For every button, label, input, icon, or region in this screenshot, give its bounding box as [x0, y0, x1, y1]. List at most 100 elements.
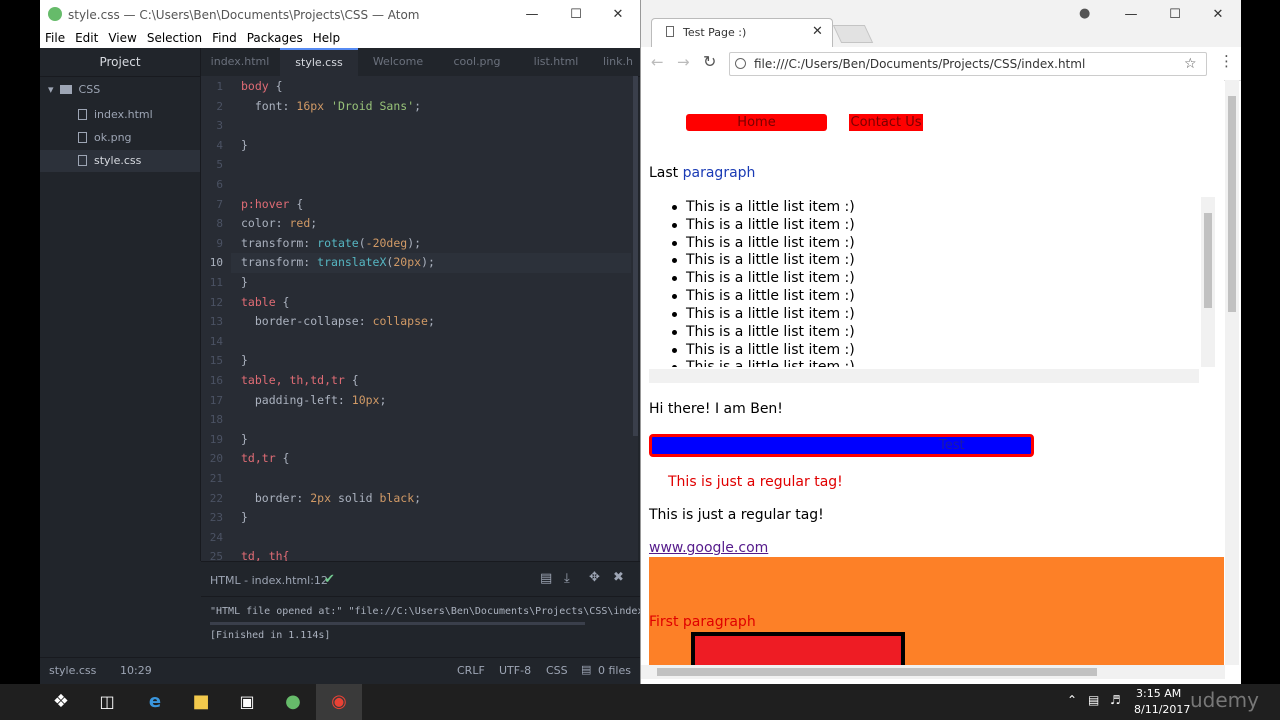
volume-icon[interactable]: ♬	[1110, 693, 1121, 707]
profile-icon[interactable]: ●	[1079, 6, 1090, 21]
tab-style-css[interactable]: style.css	[280, 48, 358, 77]
forward-icon[interactable]: →	[677, 53, 690, 71]
browser-tab[interactable]: Test Page :) ✕	[651, 18, 833, 48]
status-line-ending[interactable]: CRLF	[457, 664, 485, 677]
tree-file-index[interactable]: index.html	[40, 104, 200, 126]
line-number: 4	[216, 139, 223, 152]
test-button-label: Test	[939, 438, 965, 453]
code-line-25: td, th{	[241, 549, 290, 561]
code-token: body	[241, 79, 269, 93]
star-icon[interactable]: ☆	[1184, 53, 1197, 75]
bullet-icon	[672, 365, 677, 367]
atom-taskbar-icon[interactable]: ●	[270, 684, 316, 720]
clock-date[interactable]: 8/11/2017	[1134, 703, 1190, 716]
tab-close-icon[interactable]: ✕	[812, 24, 823, 39]
page-hscroll[interactable]	[641, 665, 1225, 679]
list-vscroll[interactable]	[1201, 197, 1215, 367]
tab-index-html[interactable]: index.html	[201, 48, 279, 76]
maximize-icon[interactable]: ☐	[1153, 0, 1197, 29]
chrome-toolbar: ← → ↻ file:///C:/Users/Ben/Documents/Pro…	[641, 47, 1241, 81]
status-cursor[interactable]: 10:29	[120, 664, 152, 677]
tree-file-okpng[interactable]: ok.png	[40, 127, 200, 149]
back-icon[interactable]: ←	[651, 53, 664, 71]
menu-find[interactable]: Find	[207, 29, 242, 48]
menu-dots-icon[interactable]: ⋮	[1219, 52, 1234, 70]
tree-header: Project	[40, 48, 200, 77]
page-vscroll-thumb[interactable]	[1228, 96, 1236, 312]
windows-start-icon[interactable]: ❖	[38, 684, 84, 720]
paragraph-link[interactable]: paragraph	[683, 165, 756, 181]
nav-contact-button[interactable]: Contact Us	[849, 114, 923, 131]
last-paragraph-text: Last	[649, 165, 679, 181]
tab-cool-png[interactable]: cool.png	[438, 48, 516, 76]
code-token: ;	[414, 491, 422, 505]
menu-selection[interactable]: Selection	[142, 29, 207, 48]
address-bar[interactable]: file:///C:/Users/Ben/Documents/Projects/…	[729, 52, 1207, 76]
menu-packages[interactable]: Packages	[242, 29, 308, 48]
tray-chevron-icon[interactable]: ⌃	[1067, 693, 1077, 707]
menu-help[interactable]: Help	[308, 29, 345, 48]
list-hscroll[interactable]	[649, 369, 1199, 383]
list-scroll-box[interactable]: This is a little list item :) This is a …	[641, 197, 1216, 385]
page-vscroll[interactable]	[1225, 80, 1239, 665]
code-line-7: p:hover {	[241, 197, 303, 211]
file-label: style.css	[94, 154, 142, 167]
minimize-icon[interactable]: —	[510, 0, 554, 29]
nav-home-button[interactable]: Home	[686, 114, 827, 131]
status-grammar[interactable]: CSS	[546, 664, 568, 677]
tree-folder-css[interactable]: ▾ CSS	[40, 79, 200, 101]
status-encoding[interactable]: UTF-8	[499, 664, 531, 677]
edge-icon[interactable]: e	[132, 684, 178, 720]
test-button[interactable]: Test	[649, 434, 1034, 457]
page-hscroll-thumb[interactable]	[657, 668, 1097, 676]
line-number: 24	[209, 531, 223, 544]
google-link[interactable]: www.google.com	[649, 540, 768, 556]
tab-welcome[interactable]: Welcome	[359, 48, 437, 76]
code-token: ;	[379, 393, 387, 407]
reload-icon[interactable]: ↻	[703, 52, 716, 71]
code-line-15: }	[241, 353, 248, 367]
tab-link-html[interactable]: link.h	[596, 48, 640, 76]
output-scrollbar[interactable]	[210, 622, 585, 625]
download-icon[interactable]: ⤓	[564, 571, 570, 586]
menu-file[interactable]: File	[40, 29, 70, 48]
code-token: p:hover	[241, 197, 290, 211]
code-token: );	[407, 236, 422, 250]
code-token: table, th,td,tr	[241, 373, 345, 387]
task-view-icon[interactable]: ◫	[84, 684, 130, 720]
close-panel-icon[interactable]: ✖	[613, 570, 624, 585]
close-icon[interactable]: ✕	[596, 0, 640, 29]
status-file[interactable]: style.css	[49, 664, 96, 677]
code-token: font:	[241, 99, 297, 113]
chrome-taskbar-icon[interactable]: ◉	[316, 684, 362, 720]
network-icon[interactable]: ▤	[1088, 693, 1099, 707]
status-files[interactable]: 0 files	[598, 664, 631, 677]
file-label: ok.png	[94, 131, 132, 144]
copy-icon[interactable]: ▤	[540, 571, 552, 586]
list-vscroll-thumb[interactable]	[1204, 213, 1212, 308]
code-editor[interactable]: 1 2 3 4 5 6 7 8 9 10 11 12 13 14 15 16 1…	[201, 76, 638, 561]
udemy-watermark: udemy	[1190, 688, 1259, 712]
new-tab-button[interactable]	[832, 25, 874, 43]
code-token: color:	[241, 216, 290, 230]
close-icon[interactable]: ✕	[1196, 0, 1240, 29]
code-token: ;	[427, 314, 435, 328]
script-output-panel: HTML - index.html:12 ✔ ▤ ⤓ ✥ ✖ "HTML fil…	[201, 561, 640, 658]
menu-edit[interactable]: Edit	[70, 29, 103, 48]
store-icon[interactable]: ▣	[224, 684, 270, 720]
menu-view[interactable]: View	[103, 29, 141, 48]
editor-scrollbar[interactable]	[633, 76, 638, 436]
info-icon[interactable]	[735, 58, 746, 69]
chrome-window: Test Page :) ✕ ● — ☐ ✕ ← → ↻ file:///C:/…	[640, 0, 1241, 684]
code-token: transform:	[241, 236, 318, 250]
maximize-icon[interactable]: ☐	[554, 0, 598, 29]
move-icon[interactable]: ✥	[589, 570, 600, 585]
tab-list-html[interactable]: list.html	[517, 48, 595, 76]
code-token: padding-left:	[241, 393, 352, 407]
file-icon	[78, 109, 87, 120]
file-explorer-icon[interactable]: ■	[178, 684, 224, 720]
line-number: 1	[216, 80, 223, 93]
tree-file-stylecss[interactable]: style.css	[40, 150, 200, 172]
clock-time[interactable]: 3:15 AM	[1136, 687, 1181, 700]
minimize-icon[interactable]: —	[1109, 0, 1153, 29]
